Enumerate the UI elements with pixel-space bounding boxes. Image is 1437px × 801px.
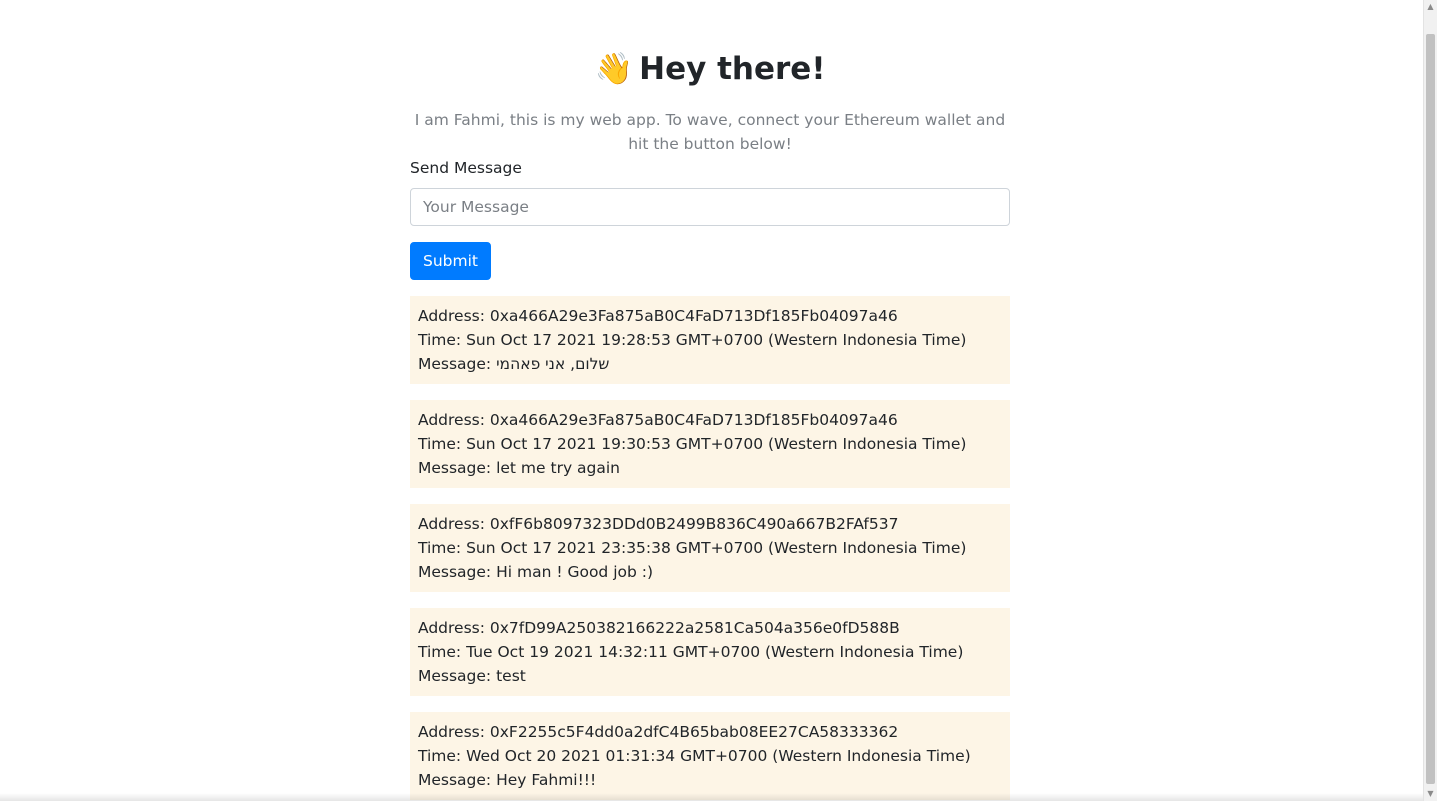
page-title: 👋 Hey there! xyxy=(410,44,1010,94)
vertical-scrollbar[interactable]: ▲ ▼ xyxy=(1423,0,1437,801)
wave-address: Address: 0xfF6b8097323DDd0B2499B836C490a… xyxy=(418,515,899,533)
message-input[interactable] xyxy=(410,188,1010,226)
scroll-up-arrow-icon[interactable]: ▲ xyxy=(1424,0,1437,14)
bottom-edge-shadow xyxy=(0,793,1423,801)
send-message-label: Send Message xyxy=(410,159,522,177)
wave-message: Message: שלום, אני פאהמי xyxy=(418,355,610,373)
wave-time: Time: Wed Oct 20 2021 01:31:34 GMT+0700 … xyxy=(418,747,971,765)
waving-hand-icon: 👋 xyxy=(594,51,634,87)
wave-message: Message: Hi man ! Good job :) xyxy=(418,563,654,581)
page-title-text: Hey there! xyxy=(639,51,826,87)
wave-list: Address: 0xa466A29e3Fa875aB0C4FaD713Df18… xyxy=(410,296,1010,800)
bio-text: I am Fahmi, this is my web app. To wave,… xyxy=(414,111,1006,153)
wave-time: Time: Tue Oct 19 2021 14:32:11 GMT+0700 … xyxy=(418,643,964,661)
wave-card: Address: 0xa466A29e3Fa875aB0C4FaD713Df18… xyxy=(410,296,1010,384)
wave-message: Message: test xyxy=(418,667,526,685)
submit-button[interactable]: Submit xyxy=(410,242,491,280)
wave-address: Address: 0xF2255c5F4dd0a2dfC4B65bab08EE2… xyxy=(418,723,899,741)
wave-card: Address: 0x7fD99A250382166222a2581Ca504a… xyxy=(410,608,1010,696)
wave-card: Address: 0xF2255c5F4dd0a2dfC4B65bab08EE2… xyxy=(410,712,1010,800)
wave-card: Address: 0xa466A29e3Fa875aB0C4FaD713Df18… xyxy=(410,400,1010,488)
wave-address: Address: 0xa466A29e3Fa875aB0C4FaD713Df18… xyxy=(418,307,898,325)
wave-message: Message: let me try again xyxy=(418,459,621,477)
main-container: 👋 Hey there! I am Fahmi, this is my web a… xyxy=(410,44,1010,801)
page: 👋 Hey there! I am Fahmi, this is my web a… xyxy=(0,0,1437,801)
wave-time: Time: Sun Oct 17 2021 19:30:53 GMT+0700 … xyxy=(418,435,967,453)
wave-address: Address: 0xa466A29e3Fa875aB0C4FaD713Df18… xyxy=(418,411,898,429)
wave-time: Time: Sun Oct 17 2021 23:35:38 GMT+0700 … xyxy=(418,539,967,557)
wave-address: Address: 0x7fD99A250382166222a2581Ca504a… xyxy=(418,619,900,637)
wave-message: Message: Hey Fahmi!!! xyxy=(418,771,597,789)
wave-time: Time: Sun Oct 17 2021 19:28:53 GMT+0700 … xyxy=(418,331,967,349)
scrollbar-thumb[interactable] xyxy=(1426,34,1435,784)
wave-card: Address: 0xfF6b8097323DDd0B2499B836C490a… xyxy=(410,504,1010,592)
scroll-down-arrow-icon[interactable]: ▼ xyxy=(1424,787,1437,801)
